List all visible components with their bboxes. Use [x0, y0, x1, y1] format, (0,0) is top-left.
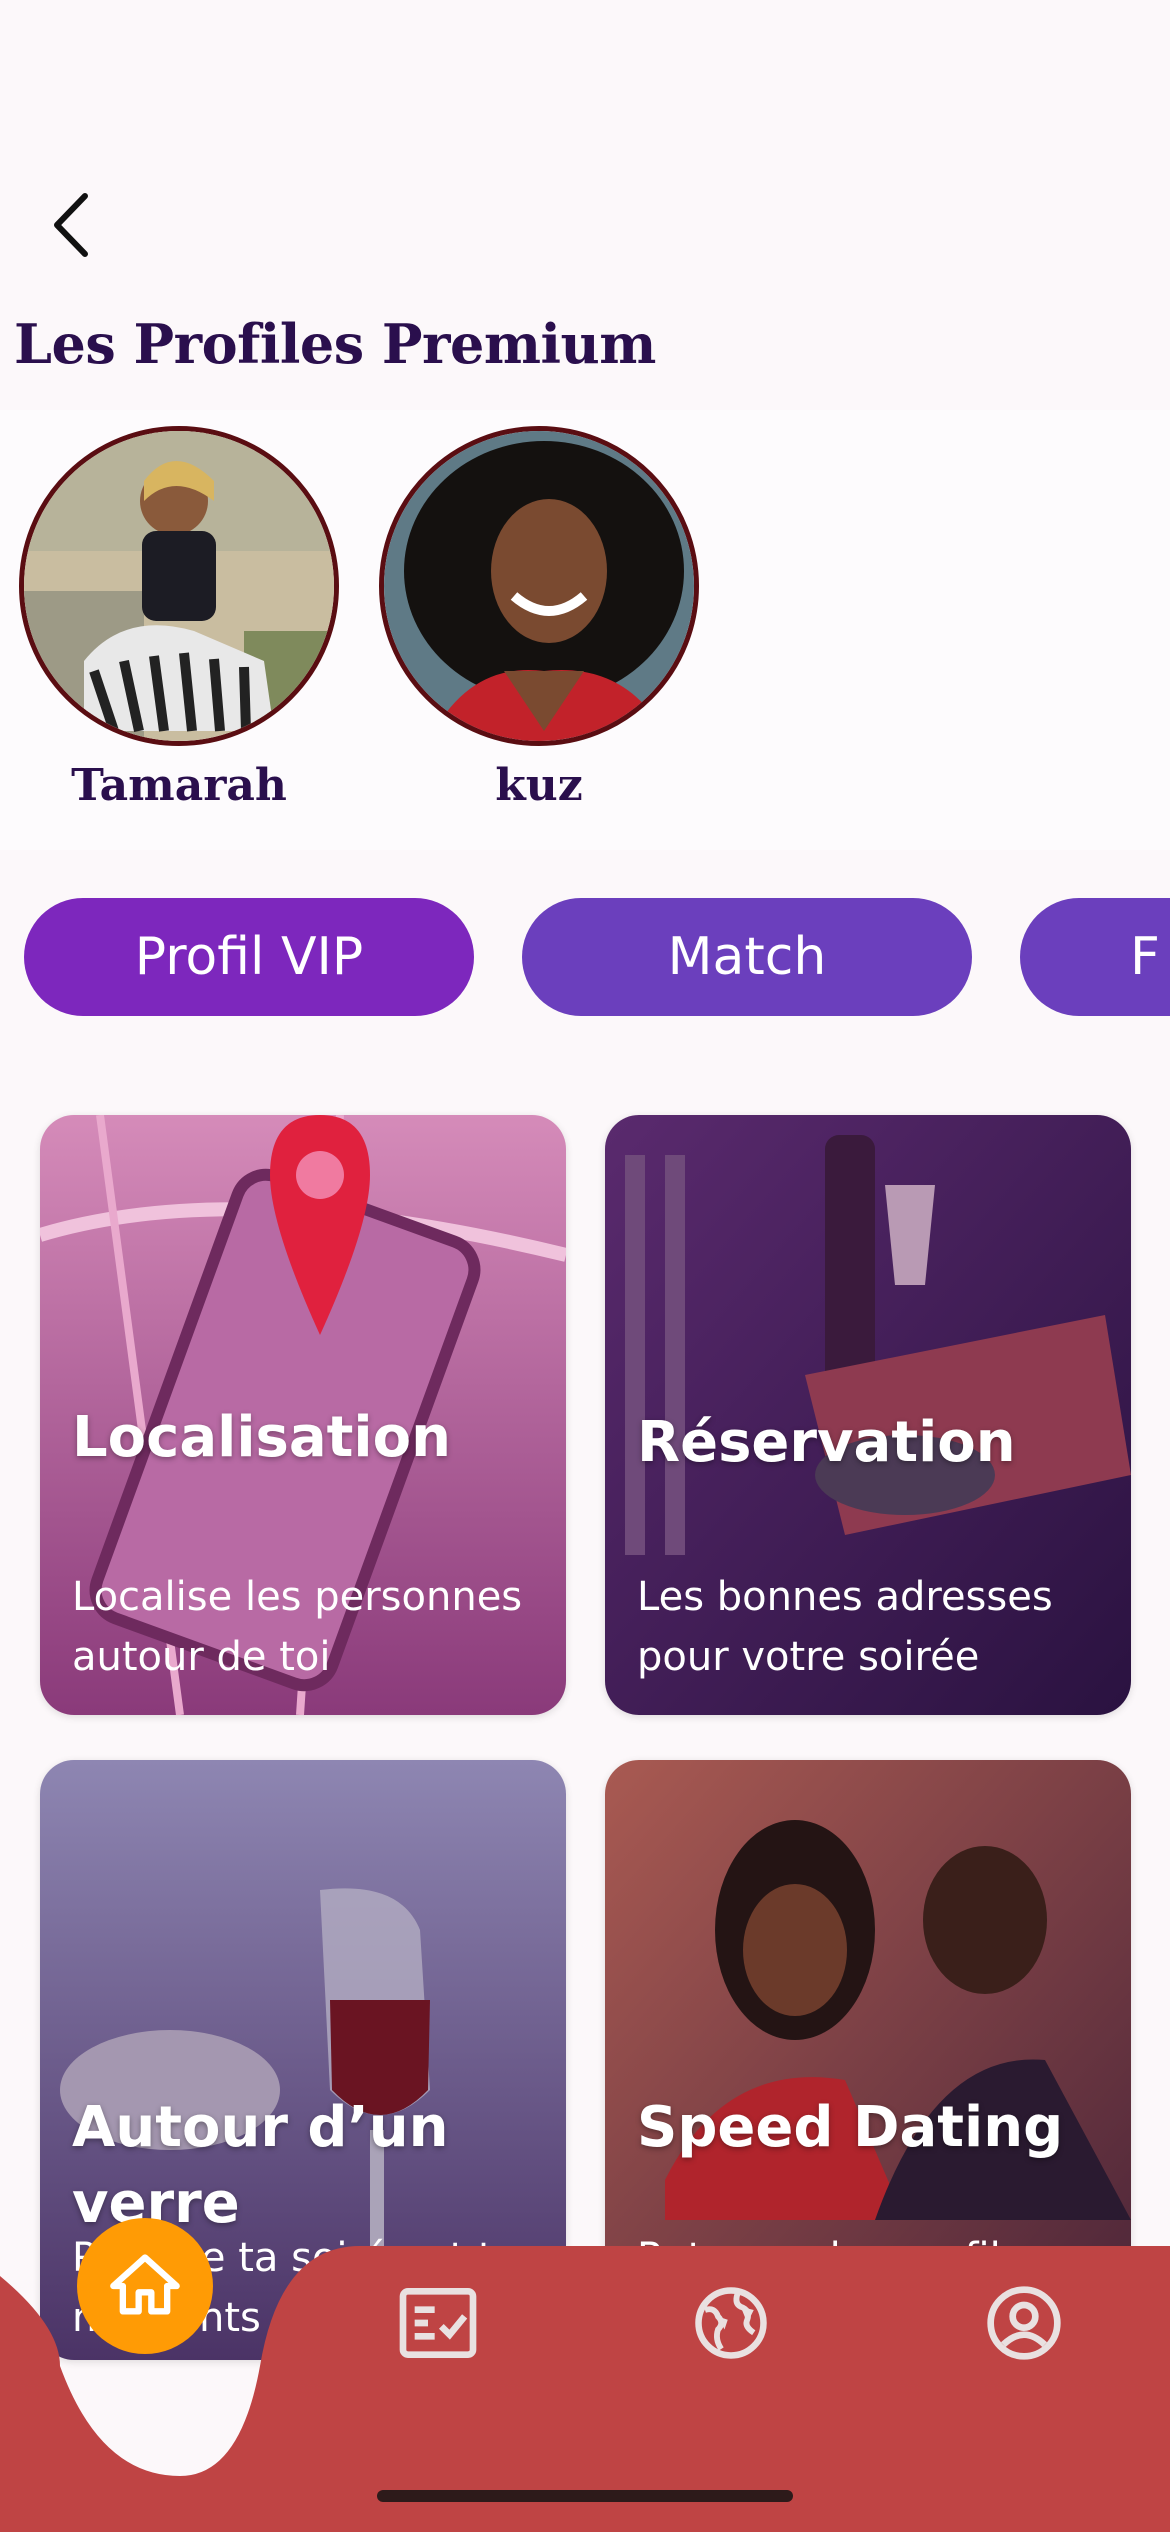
profile-name: kuz: [495, 760, 583, 811]
account-circle-icon: [987, 2286, 1061, 2360]
premium-profile-tamarah[interactable]: Tamarah: [14, 426, 344, 811]
card-subtitle: Les bonnes adresses pour votre soirée: [637, 1574, 1053, 1680]
status-bar: [0, 0, 1170, 140]
card-reservation[interactable]: Réservation Les bonnes adresses pour vot…: [605, 1115, 1131, 1715]
nav-globe-button[interactable]: [692, 2284, 770, 2366]
nav-home-button[interactable]: [77, 2218, 213, 2354]
home-indicator: [377, 2490, 793, 2502]
avatar: [379, 426, 699, 746]
home-icon: [110, 2254, 180, 2315]
card-localisation[interactable]: Localisation Localise les personnes auto…: [40, 1115, 566, 1715]
card-subtitle: Localise les personnes autour de toi: [72, 1574, 523, 1680]
nav-account-button[interactable]: [984, 2283, 1064, 2367]
premium-profile-kuz[interactable]: kuz: [374, 426, 704, 811]
page-title: Les Profiles Premium: [14, 312, 656, 376]
chip-match[interactable]: Match: [522, 898, 972, 1016]
card-title: Réservation: [637, 1410, 1016, 1475]
avatar: [19, 426, 339, 746]
card-title: Localisation: [72, 1405, 451, 1470]
profile-name: Tamarah: [71, 760, 287, 811]
back-button[interactable]: [30, 180, 110, 270]
checklist-icon: [399, 2288, 477, 2358]
nav-checklist-button[interactable]: [398, 2285, 478, 2365]
globe-icon: [695, 2287, 767, 2359]
premium-profiles-strip: Tamarah kuz: [0, 410, 1170, 850]
card-title: Speed Dating: [637, 2095, 1064, 2160]
filter-chip-row: Profil VIP Match F: [0, 898, 1170, 1018]
chip-third[interactable]: F: [1020, 898, 1170, 1016]
chevron-left-icon: [54, 193, 88, 257]
chip-profil-vip[interactable]: Profil VIP: [24, 898, 474, 1016]
